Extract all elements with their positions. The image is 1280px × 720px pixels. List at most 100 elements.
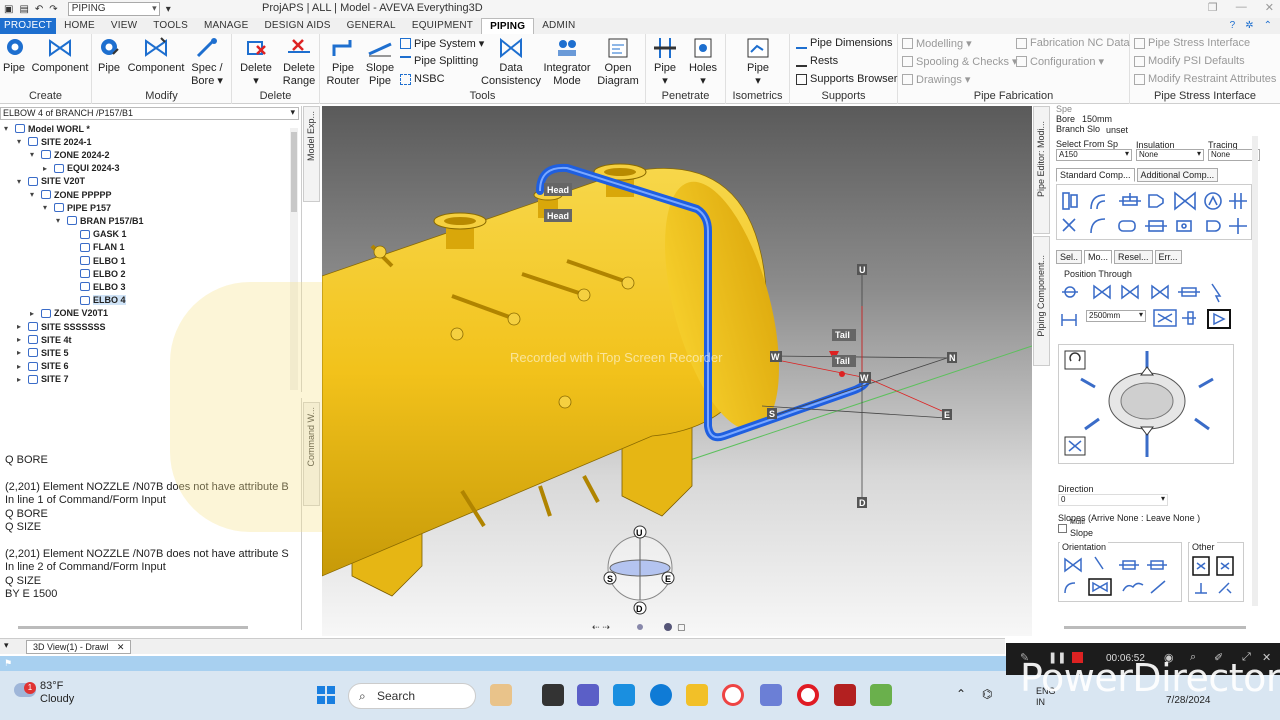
tab-manage[interactable]: MANAGE bbox=[196, 18, 257, 34]
multi-slope-checkbox[interactable] bbox=[1058, 524, 1067, 533]
tree-expander-icon[interactable]: ▾ bbox=[43, 203, 51, 212]
modify-component-button[interactable]: Component bbox=[126, 36, 186, 75]
tree-item[interactable]: ▸ SITE 4t bbox=[17, 333, 72, 346]
view-compass[interactable]: U D S E bbox=[603, 525, 675, 615]
layout-icon[interactable]: ▤ bbox=[19, 4, 28, 15]
doc-menu-icon[interactable]: ▾ bbox=[4, 640, 9, 651]
pipe-editor-side-tab[interactable]: Pipe Editor: Modi... bbox=[1033, 106, 1050, 234]
module-combo[interactable]: PIPING bbox=[67, 2, 160, 16]
reducer-icon[interactable] bbox=[1148, 194, 1164, 208]
tree-item[interactable]: ▸ EQUI 2024-3 bbox=[43, 162, 120, 175]
position-valve-1-icon[interactable] bbox=[1093, 284, 1111, 300]
file-explorer-icon[interactable] bbox=[686, 684, 708, 706]
tree-item[interactable]: ELBO 4 bbox=[69, 294, 126, 307]
orient-valve-2-icon[interactable] bbox=[1088, 578, 1112, 596]
tree-expander-icon[interactable]: ▾ bbox=[30, 190, 38, 199]
tab-admin[interactable]: ADMIN bbox=[534, 18, 583, 34]
orient-cursor-icon[interactable] bbox=[1094, 556, 1104, 570]
pipe-splitting-button[interactable]: Pipe Splitting bbox=[400, 55, 478, 67]
nsbc-button[interactable]: NSBC bbox=[400, 73, 445, 85]
rotate-icon[interactable] bbox=[1064, 350, 1086, 370]
tree-item[interactable]: ▾ PIPE P157 bbox=[43, 201, 111, 214]
penetrate-pipe-button[interactable]: Pipe ▾ bbox=[652, 36, 678, 88]
recorder-app-icon[interactable] bbox=[834, 684, 856, 706]
help-icon[interactable]: ? bbox=[1230, 18, 1236, 34]
pipe-dimensions-button[interactable]: Pipe Dimensions bbox=[796, 37, 893, 49]
delete-button[interactable]: Delete ▾ bbox=[238, 36, 274, 88]
3d-viewport[interactable]: Head Head Tail Tail U D N S E W W U D S … bbox=[322, 106, 1032, 636]
editor-vscrollbar[interactable] bbox=[1252, 136, 1258, 606]
start-icon[interactable] bbox=[316, 685, 336, 705]
fabrication-nc-button[interactable]: Fabrication NC Data bbox=[1016, 37, 1130, 49]
delete-range-button[interactable]: Delete Range bbox=[280, 36, 318, 88]
tree-item[interactable]: GASK 1 bbox=[69, 228, 127, 241]
tree-item[interactable]: ▾ ZONE 2024-2 bbox=[30, 148, 110, 161]
cap-icon[interactable] bbox=[1206, 220, 1221, 232]
tab-errors[interactable]: Err... bbox=[1154, 250, 1182, 264]
doc-tab-3d-view[interactable]: 3D View(1) - Drawl ✕ bbox=[26, 640, 132, 654]
network-icon[interactable]: ⌬ bbox=[982, 687, 992, 701]
widgets-icon[interactable] bbox=[490, 684, 512, 706]
model-explorer-side-tab[interactable]: Model Exp... bbox=[303, 106, 320, 202]
position-valve-2-icon[interactable] bbox=[1121, 284, 1139, 300]
tab-modify[interactable]: Mo... bbox=[1084, 250, 1113, 264]
tab-piping[interactable]: PIPING bbox=[481, 18, 535, 34]
tail-point[interactable] bbox=[839, 371, 845, 377]
tree-expander-icon[interactable]: ▸ bbox=[43, 164, 51, 173]
blind-icon[interactable] bbox=[1118, 220, 1136, 232]
tree-expander-icon[interactable]: ▸ bbox=[30, 309, 38, 318]
modify-pipe-button[interactable]: Pipe bbox=[96, 36, 122, 75]
position-valve-3-icon[interactable] bbox=[1151, 284, 1169, 300]
pipe-system-button[interactable]: Pipe System ▾ bbox=[400, 37, 484, 50]
spooling-checks-button[interactable]: Spooling & Checks ▾ bbox=[902, 55, 1017, 68]
position-tee-icon[interactable] bbox=[1178, 287, 1200, 297]
tree-expander-icon[interactable]: ▸ bbox=[17, 362, 25, 371]
tree-item[interactable]: ELBO 1 bbox=[69, 254, 126, 267]
position-cursor-icon[interactable] bbox=[1211, 283, 1222, 303]
tree-item[interactable]: ▾ ZONE PPPPP bbox=[30, 188, 112, 201]
current-element-combo[interactable]: ELBOW 4 of BRANCH /P157/B1 bbox=[0, 107, 299, 120]
piping-component-side-tab[interactable]: Piping Component... bbox=[1033, 236, 1050, 366]
tree-expander-icon[interactable]: ▸ bbox=[17, 375, 25, 384]
edge-icon[interactable] bbox=[650, 684, 672, 706]
position-pipe-icon[interactable] bbox=[1062, 286, 1078, 298]
drawings-button[interactable]: Drawings ▾ bbox=[902, 73, 970, 86]
save-icon[interactable]: ▣ bbox=[4, 4, 13, 15]
tree-item[interactable]: ▸ ZONE V20T1 bbox=[30, 307, 108, 320]
taskbar-search[interactable]: ⌕ Search bbox=[348, 683, 476, 709]
modify-psi-defaults-button[interactable]: Modify PSI Defaults bbox=[1134, 55, 1245, 67]
tab-home[interactable]: HOME bbox=[56, 18, 103, 34]
flange-icon[interactable] bbox=[1062, 192, 1078, 210]
command-window-side-tab[interactable]: Command W... bbox=[303, 402, 320, 506]
tree-expander-icon[interactable]: ▾ bbox=[17, 137, 25, 146]
explorer-scrollbar[interactable] bbox=[290, 128, 298, 390]
tree-expander-icon[interactable]: ▸ bbox=[17, 335, 25, 344]
data-consistency-button[interactable]: Data Consistency bbox=[480, 36, 542, 88]
configuration-button[interactable]: Configuration ▾ bbox=[1016, 55, 1104, 68]
orient-flange-icon[interactable] bbox=[1147, 560, 1167, 570]
tree-item[interactable]: FLAN 1 bbox=[69, 241, 125, 254]
redo-icon[interactable]: ↷ bbox=[49, 4, 57, 15]
customize-icon[interactable]: ▾ bbox=[166, 4, 171, 15]
orient-valve-icon[interactable] bbox=[1064, 557, 1082, 573]
tree-expander-icon[interactable]: ▸ bbox=[17, 348, 25, 357]
app-icon[interactable] bbox=[760, 684, 782, 706]
other-connect-icon[interactable] bbox=[1192, 556, 1210, 576]
editor-hscrollbar[interactable] bbox=[1064, 626, 1246, 629]
tree-item[interactable]: ▾ Model WORL * bbox=[4, 122, 90, 135]
tree-expander-icon[interactable]: ▾ bbox=[4, 124, 12, 133]
options-icon[interactable]: ✲ bbox=[1245, 18, 1253, 34]
pipe-stress-interface-button[interactable]: Pipe Stress Interface bbox=[1134, 37, 1250, 49]
minimize-icon[interactable]: — bbox=[1236, 1, 1247, 14]
bend-icon[interactable] bbox=[1090, 218, 1106, 234]
aveva-app-icon[interactable] bbox=[870, 684, 892, 706]
tee-icon[interactable] bbox=[1119, 193, 1141, 206]
close-tab-icon[interactable]: ✕ bbox=[117, 642, 125, 652]
tree-expander-icon[interactable]: ▾ bbox=[17, 177, 25, 186]
rests-button[interactable]: Rests bbox=[796, 55, 838, 67]
orient-link-icon[interactable] bbox=[1122, 582, 1144, 592]
direction-input[interactable]: 0 bbox=[1058, 494, 1168, 506]
olet-icon[interactable] bbox=[1229, 218, 1247, 234]
tab-general[interactable]: GENERAL bbox=[339, 18, 404, 34]
task-view-icon[interactable] bbox=[542, 684, 564, 706]
